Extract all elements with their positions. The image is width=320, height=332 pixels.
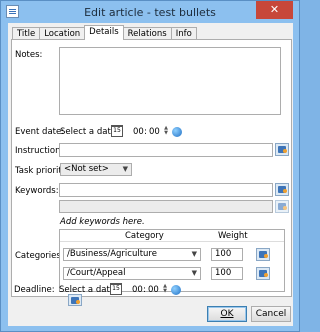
categories-label: Categories: — [15, 251, 64, 261]
cancel-button[interactable]: Cancel — [251, 306, 291, 322]
category-remove-button[interactable] — [256, 267, 270, 280]
browse-icon — [278, 186, 287, 193]
priority-select[interactable]: <Not set> ▼ — [60, 163, 132, 176]
column-category: Category — [125, 231, 164, 241]
instructions-browse-button[interactable] — [275, 143, 289, 156]
chevron-down-icon: ▼ — [191, 269, 197, 277]
globe-icon[interactable] — [172, 127, 182, 137]
browse-icon — [278, 146, 287, 153]
globe-icon[interactable] — [171, 285, 181, 295]
keywords-list[interactable] — [59, 200, 273, 213]
close-button[interactable]: ✕ — [256, 1, 293, 19]
event-minutes[interactable]: 00 — [149, 127, 160, 137]
categories-table: Category Weight /Business/Agriculture ▼ 1… — [59, 229, 285, 292]
keywords-input[interactable] — [59, 183, 273, 197]
time-separator: : — [144, 127, 147, 137]
category-remove-button[interactable] — [256, 248, 270, 261]
add-icon — [71, 297, 80, 304]
event-date-input[interactable]: Select a date — [60, 127, 116, 137]
column-weight: Weight — [218, 231, 248, 241]
chevron-down-icon: ▼ — [191, 250, 197, 258]
tab-strip: Title Location Details Relations Info — [12, 25, 197, 40]
browse-icon — [259, 251, 268, 258]
add-category-button[interactable] — [68, 294, 82, 306]
keywords-browse-button[interactable] — [275, 183, 289, 196]
keywords-label: Keywords: — [15, 186, 59, 196]
notes-textarea[interactable] — [59, 47, 281, 115]
category-value: /Business/Agriculture — [67, 249, 157, 259]
title-bar[interactable]: Edit article - test bullets ✕ — [1, 1, 299, 23]
weight-input[interactable]: 100 — [211, 267, 243, 280]
deadline-minutes[interactable]: 00 — [148, 285, 159, 295]
notes-label: Notes: — [15, 50, 43, 60]
priority-value: <Not set> — [64, 164, 109, 174]
cancel-label: Cancel — [255, 309, 287, 319]
category-select[interactable]: /Court/Appeal ▼ — [63, 267, 201, 280]
time-separator: : — [143, 285, 146, 295]
dialog-window: Edit article - test bullets ✕ Title Loca… — [0, 0, 300, 332]
dialog-client: Title Location Details Relations Info No… — [8, 23, 293, 326]
instructions-input[interactable] — [59, 143, 273, 157]
ok-button[interactable]: OK — [207, 306, 247, 322]
calendar-icon[interactable]: 15 — [110, 283, 122, 295]
browse-icon — [259, 270, 268, 277]
ok-label: OK — [220, 309, 234, 319]
tab-details[interactable]: Details — [84, 25, 124, 40]
category-value: /Court/Appeal — [67, 268, 126, 278]
details-panel: Notes: Event date: Select a date 15 00 :… — [11, 39, 292, 306]
calendar-icon[interactable]: 15 — [111, 125, 123, 137]
browse-icon — [278, 203, 287, 210]
close-icon: ✕ — [269, 3, 280, 16]
event-hours[interactable]: 00 — [133, 127, 144, 137]
spin-icon[interactable]: ▲ ▼ — [163, 126, 169, 137]
keywords-remove-button[interactable] — [275, 200, 289, 213]
category-select[interactable]: /Business/Agriculture ▼ — [63, 248, 201, 261]
event-date-label: Event date: — [15, 127, 65, 137]
deadline-input[interactable]: Select a date — [59, 285, 115, 295]
chevron-down-icon: ▼ — [122, 165, 128, 173]
window-title: Edit article - test bullets — [84, 6, 216, 19]
deadline-hours[interactable]: 00 — [132, 285, 143, 295]
keywords-hint: Add keywords here. — [60, 217, 145, 227]
weight-input[interactable]: 100 — [211, 248, 243, 261]
deadline-label: Deadline: — [14, 285, 55, 295]
categories-header: Category Weight — [60, 230, 284, 242]
spin-icon[interactable]: ▲ ▼ — [162, 284, 168, 295]
